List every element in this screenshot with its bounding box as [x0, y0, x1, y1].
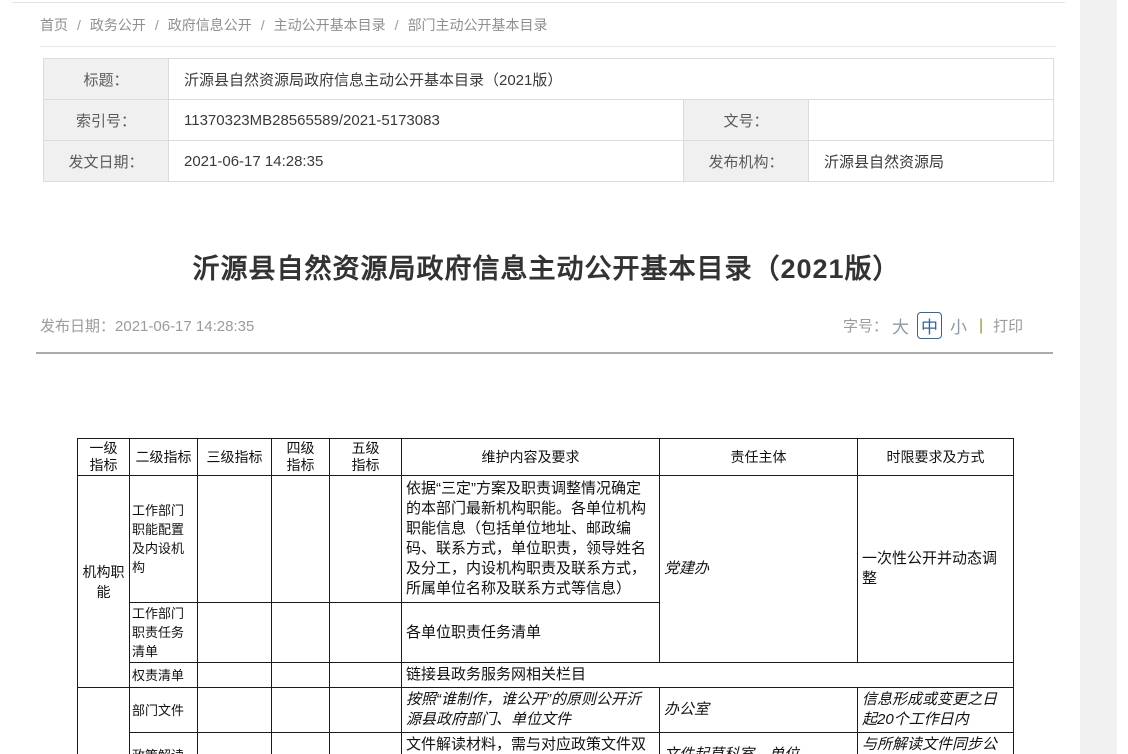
page: 首页 / 政务公开 / 政府信息公开 / 主动公开基本目录 / 部门主动公开基本目录 标题： 沂…: [0, 0, 1128, 754]
top-hairline: [12, 2, 1065, 3]
table-cell: [272, 603, 330, 663]
table-cell: [272, 663, 330, 688]
info-row-index: 索引号： 11370323MB28565589/2021-5173083 文号：: [44, 100, 1054, 141]
table-header-cell: 三级指标: [198, 439, 272, 476]
scrollbar-track[interactable]: [1080, 0, 1117, 754]
table-header-row: 一级 指标二级指标三级指标四级 指标五级 指标维护内容及要求责任主体时限要求及方…: [78, 439, 1014, 476]
document-info-table: 标题： 沂源县自然资源局政府信息主动公开基本目录（2021版） 索引号： 113…: [43, 58, 1054, 182]
table-cell: 办公室: [660, 688, 858, 733]
font-size-medium-button[interactable]: 中: [917, 312, 942, 339]
table-row: 权责清单 链接县政务服务网相关栏目: [78, 663, 1014, 688]
table-cell: 一次性公开并动态调整: [858, 476, 1014, 663]
table-cell: [330, 476, 402, 603]
table-cell: [198, 603, 272, 663]
table-header-cell: 责任主体: [660, 439, 858, 476]
table-cell: 信息形成或变更之日起20个工作日内: [858, 688, 1014, 733]
table-cell: 依据“三定”方案及职责调整情况确定的本部门最新机构职能。各单位机构职能信息（包括…: [402, 476, 660, 603]
breadcrumb-separator: /: [395, 17, 399, 33]
table-cell: 工作部门职能配置及内设机构: [130, 476, 198, 603]
section-divider: [36, 352, 1053, 354]
table-cell: 党建办: [660, 476, 858, 663]
table-cell: 政策解读: [130, 733, 198, 754]
table-cell: 文件解读材料，需与对应政策文件双向关联: [402, 733, 660, 754]
info-label-issue-date: 发文日期：: [44, 141, 169, 182]
table-cell: 部门文件: [130, 688, 198, 733]
table-cell: [78, 688, 130, 754]
breadcrumb-separator: /: [261, 17, 265, 33]
print-button[interactable]: 打印: [993, 315, 1023, 336]
info-label-index-number: 索引号：: [44, 100, 169, 141]
table-row: 政策解读 文件解读材料，需与对应政策文件双向关联文件起草科室、单位与所解读文件同步…: [78, 733, 1014, 754]
info-value-title: 沂源县自然资源局政府信息主动公开基本目录（2021版）: [169, 59, 1054, 100]
table-cell: 与所解读文件同步公开: [858, 733, 1014, 754]
info-label-issuing-agency: 发布机构：: [684, 141, 809, 182]
font-size-controls: 字号： 大 中 小 | 打印: [843, 312, 1023, 339]
table-cell: 各单位职责任务清单: [402, 603, 660, 663]
table-cell: 按照“谁制作，谁公开”的原则公开沂源县政府部门、单位文件: [402, 688, 660, 733]
table-header-cell: 二级指标: [130, 439, 198, 476]
page-title: 沂源县自然资源局政府信息主动公开基本目录（2021版）: [40, 247, 1053, 286]
font-size-small-button[interactable]: 小: [950, 313, 967, 338]
table-cell: [272, 733, 330, 754]
table-cell: [198, 476, 272, 603]
table-row: 机构职能工作部门职能配置及内设机构依据“三定”方案及职责调整情况确定的本部门最新…: [78, 476, 1014, 603]
table-header-cell: 维护内容及要求: [402, 439, 660, 476]
table-header-cell: 一级 指标: [78, 439, 130, 476]
table-header-cell: 五级 指标: [330, 439, 402, 476]
breadcrumb-link[interactable]: 首页: [40, 17, 68, 33]
table-cell: [330, 733, 402, 754]
publish-date: 发布日期：2021-06-17 14:28:35: [40, 315, 254, 336]
table-cell: [198, 663, 272, 688]
table-cell: 链接县政务服务网相关栏目: [402, 663, 1014, 688]
breadcrumb-divider: [40, 46, 1056, 47]
breadcrumb-link[interactable]: 政务公开: [90, 17, 146, 33]
table-cell: [330, 603, 402, 663]
info-row-title: 标题： 沂源县自然资源局政府信息主动公开基本目录（2021版）: [44, 59, 1054, 100]
breadcrumb-link[interactable]: 部门主动公开基本目录: [408, 17, 548, 33]
breadcrumb-separator: /: [77, 17, 81, 33]
table-cell: [330, 663, 402, 688]
breadcrumb-separator: /: [155, 17, 159, 33]
table-header-cell: 时限要求及方式: [858, 439, 1014, 476]
publish-date-value: 2021-06-17 14:28:35: [115, 318, 254, 335]
info-label-doc-number: 文号：: [684, 100, 809, 141]
table-cell: [198, 688, 272, 733]
info-value-index-number: 11370323MB28565589/2021-5173083: [169, 100, 684, 141]
info-value-issuing-agency: 沂源县自然资源局: [809, 141, 1054, 182]
info-value-issue-date: 2021-06-17 14:28:35: [169, 141, 684, 182]
table-cell: 权责清单: [130, 663, 198, 688]
divider-pipe: |: [979, 317, 983, 335]
publish-date-label: 发布日期：: [40, 318, 115, 335]
catalog-table: 一级 指标二级指标三级指标四级 指标五级 指标维护内容及要求责任主体时限要求及方…: [77, 438, 1014, 754]
table-cell: 文件起草科室、单位: [660, 733, 858, 754]
table-cell: [330, 688, 402, 733]
font-size-large-button[interactable]: 大: [892, 313, 909, 338]
table-cell: 机构职能: [78, 476, 130, 688]
table-cell: [272, 688, 330, 733]
font-size-label: 字号：: [843, 315, 888, 336]
table-cell: [198, 733, 272, 754]
breadcrumb-link[interactable]: 政府信息公开: [168, 17, 252, 33]
info-value-doc-number: [809, 100, 1054, 141]
table-row: 部门文件 按照“谁制作，谁公开”的原则公开沂源县政府部门、单位文件办公室信息形成或…: [78, 688, 1014, 733]
breadcrumb-link[interactable]: 主动公开基本目录: [274, 17, 386, 33]
breadcrumb: 首页 / 政务公开 / 政府信息公开 / 主动公开基本目录 / 部门主动公开基本目录: [40, 15, 548, 35]
table-cell: [272, 476, 330, 603]
info-label-title: 标题：: [44, 59, 169, 100]
table-header-cell: 四级 指标: [272, 439, 330, 476]
table-cell: 工作部门职责任务清单: [130, 603, 198, 663]
info-row-date: 发文日期： 2021-06-17 14:28:35 发布机构： 沂源县自然资源局: [44, 141, 1054, 182]
